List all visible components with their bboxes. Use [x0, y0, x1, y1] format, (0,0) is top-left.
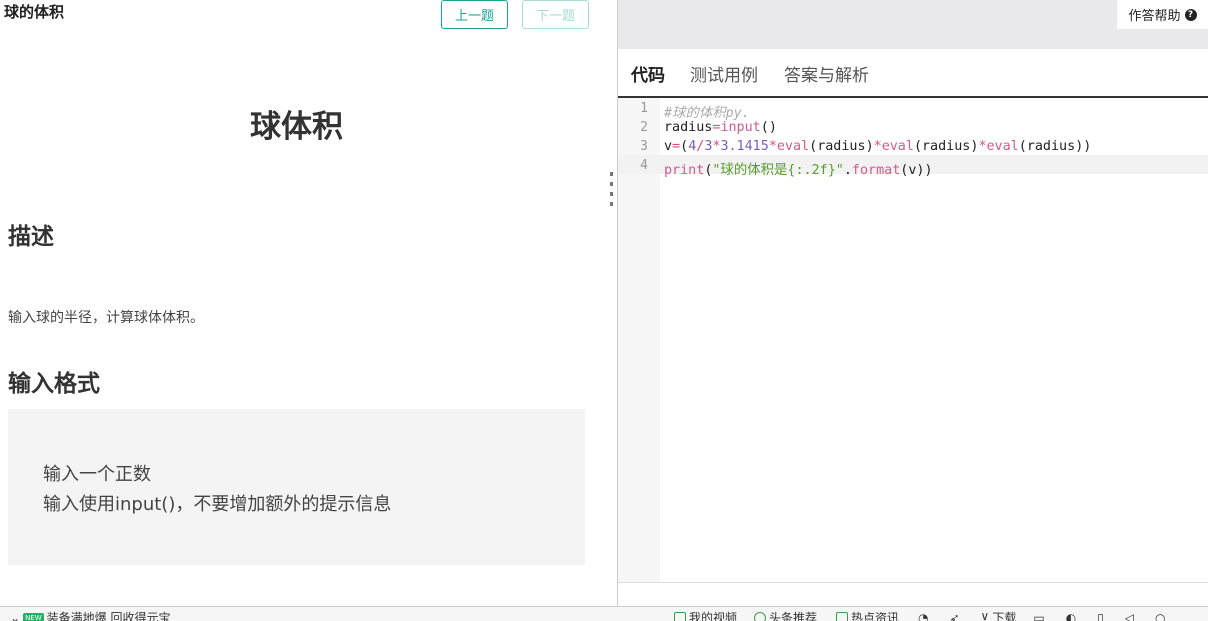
- help-button[interactable]: 作答帮助 ?: [1117, 0, 1208, 29]
- code-line[interactable]: v=(4/3*3.1415*eval(radius)*eval(radius)*…: [664, 139, 1091, 154]
- zoom-icon[interactable]: ○: [1155, 611, 1165, 621]
- problem-title: 球体积: [250, 109, 343, 145]
- layout-icon[interactable]: ▭: [1033, 611, 1044, 621]
- editor-pane: 作答帮助 ? 代码 测试用例 答案与解析 1 2 3 4 #球的体积py. ra…: [618, 0, 1208, 606]
- browser-status-bar: ⌄ NEW 装备满地爆 回收得元宝 我的视频 头条推荐 热点资讯 ◔ ➶ ⊻ 下…: [0, 606, 1208, 621]
- download-icon[interactable]: ⊻: [981, 611, 990, 621]
- prev-problem-button[interactable]: 上一题: [441, 0, 508, 29]
- status-left[interactable]: ⌄ NEW 装备满地爆 回收得元宝: [10, 609, 170, 621]
- status-icons-group[interactable]: ◔ ➶ ⊻ 下载 ▭ ◐ ▯ ◁ ○: [918, 609, 1166, 621]
- status-promo-text[interactable]: 装备满地爆 回收得元宝: [47, 609, 171, 621]
- new-badge: NEW: [23, 612, 44, 621]
- description-heading: 描述: [8, 224, 54, 250]
- input-format-line: 输入一个正数: [43, 464, 151, 485]
- window-icon[interactable]: ▯: [1097, 611, 1104, 621]
- status-item-label: 我的视频: [689, 611, 738, 621]
- description-text: 输入球的半径，计算球体体积。: [8, 310, 204, 326]
- input-format-heading: 输入格式: [8, 371, 100, 397]
- news-icon: [836, 611, 848, 621]
- status-item-label: 头条推荐: [769, 611, 818, 621]
- code-editor[interactable]: 1 2 3 4 #球的体积py. radius=input() v=(4/3*3…: [618, 98, 1208, 582]
- tab-answer-analysis[interactable]: 答案与解析: [784, 61, 869, 86]
- line-number: 2: [640, 120, 648, 135]
- help-label: 作答帮助: [1128, 9, 1181, 24]
- tab-test-cases[interactable]: 测试用例: [690, 61, 758, 86]
- line-number: 1: [640, 101, 648, 116]
- rocket-icon[interactable]: ➶: [949, 611, 959, 621]
- code-line[interactable]: print("球的体积是{:.2f}".format(v)): [664, 158, 933, 178]
- line-number: 3: [640, 139, 648, 154]
- download-label[interactable]: 下载: [992, 609, 1016, 621]
- status-item-label: 热点资讯: [851, 611, 900, 621]
- tab-code[interactable]: 代码: [631, 61, 665, 86]
- code-line[interactable]: #球的体积py.: [664, 101, 750, 121]
- play-circle-icon: [754, 611, 766, 621]
- problem-name: 球的体积: [4, 3, 65, 21]
- code-line[interactable]: radius=input(): [664, 120, 777, 135]
- next-problem-button[interactable]: 下一题: [522, 0, 589, 29]
- volume-icon[interactable]: ◁: [1125, 611, 1134, 621]
- question-circle-icon: ?: [1184, 8, 1197, 21]
- input-format-box: 输入一个正数 输入使用input()，不要增加额外的提示信息: [8, 409, 585, 565]
- problem-pane: 球的体积 上一题 下一题 球体积 描述 输入球的半径，计算球体体积。 输入格式 …: [0, 0, 617, 606]
- splitter-grip-handle[interactable]: [610, 172, 614, 206]
- chevron-down-icon[interactable]: ⌄: [10, 611, 20, 621]
- status-my-videos[interactable]: 我的视频: [674, 609, 737, 621]
- speed-icon[interactable]: ◔: [918, 611, 928, 621]
- browser-icon[interactable]: ◐: [1066, 611, 1076, 621]
- line-number: 4: [640, 158, 648, 173]
- input-format-line: 输入使用input()，不要增加额外的提示信息: [43, 494, 392, 515]
- editor-toolbar: 作答帮助 ?: [618, 0, 1208, 49]
- editor-bottom-border: [618, 582, 1208, 583]
- editor-tabs: 代码 测试用例 答案与解析: [618, 49, 1208, 98]
- status-hot-news[interactable]: 热点资讯: [836, 609, 899, 621]
- play-icon: [674, 611, 686, 621]
- status-headlines[interactable]: 头条推荐: [754, 609, 817, 621]
